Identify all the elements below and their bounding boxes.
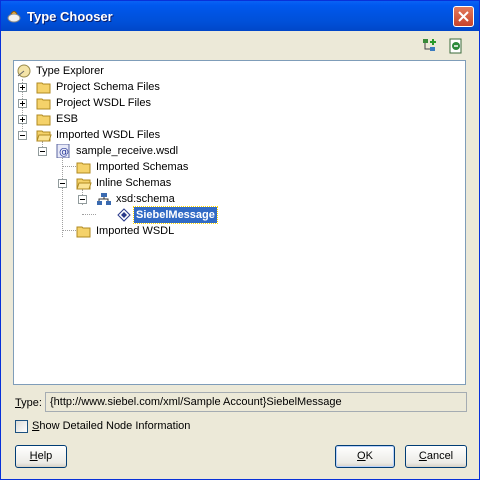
expand-icon[interactable] — [18, 83, 27, 92]
folder-icon — [36, 82, 51, 94]
cancel-button[interactable]: Cancel — [405, 445, 467, 468]
folder-icon — [36, 98, 51, 110]
folder-icon — [76, 162, 91, 174]
expand-icon[interactable] — [18, 99, 27, 108]
show-detailed-label[interactable]: Show Detailed Node Information — [32, 420, 190, 432]
collapse-icon[interactable] — [18, 131, 27, 140]
tree-connector — [62, 157, 63, 237]
folder-icon — [36, 114, 51, 126]
type-explorer-icon — [17, 64, 31, 78]
schema-icon — [97, 193, 111, 205]
collapse-icon[interactable] — [58, 179, 67, 188]
collapse-icon[interactable] — [78, 195, 87, 204]
expand-icon[interactable] — [18, 115, 27, 124]
type-label: Type: — [15, 397, 42, 409]
type-explorer-tree[interactable]: Type Explorer Project Schema Files Proje… — [13, 60, 466, 385]
close-icon — [458, 11, 469, 22]
title-bar[interactable]: Type Chooser — [1, 1, 479, 31]
close-button[interactable] — [453, 6, 474, 27]
schema-import-icon[interactable] — [447, 37, 465, 55]
ok-button[interactable]: OK — [335, 445, 395, 468]
tree-connector — [82, 214, 96, 215]
element-icon — [117, 208, 131, 222]
folder-open-icon — [36, 130, 52, 142]
folder-icon — [76, 226, 91, 238]
folder-open-icon — [76, 178, 92, 190]
app-icon — [7, 11, 21, 23]
show-detailed-checkbox[interactable] — [15, 420, 28, 433]
help-button[interactable]: Help — [15, 445, 67, 468]
wsdl-file-icon: @ — [56, 144, 70, 158]
hierarchy-add-icon[interactable] — [421, 37, 439, 55]
type-field: {http://www.siebel.com/xml/Sample Accoun… — [45, 392, 467, 412]
collapse-icon[interactable] — [38, 147, 47, 156]
type-chooser-dialog: Type Chooser Type Explorer Project Schem… — [0, 0, 480, 480]
window-title: Type Chooser — [27, 9, 113, 24]
svg-text:@: @ — [59, 147, 69, 158]
